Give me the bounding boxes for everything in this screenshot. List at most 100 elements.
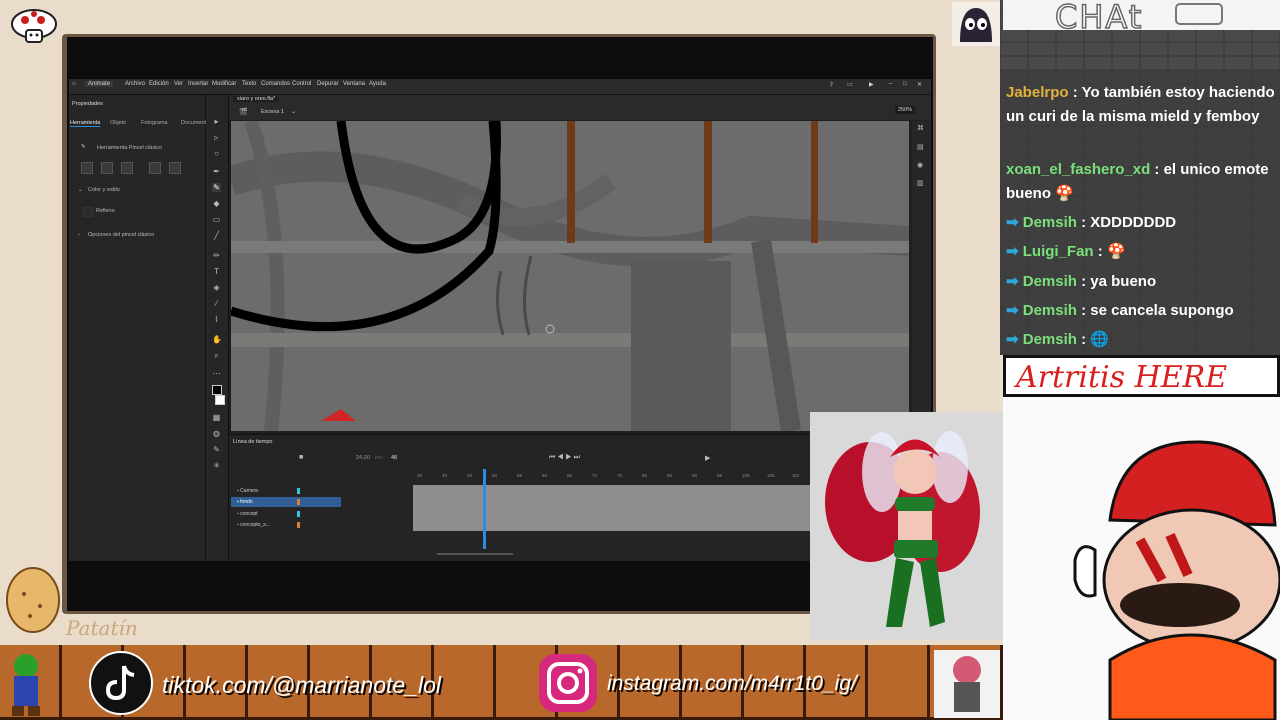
paint-bucket-icon[interactable]: ◈ — [212, 283, 221, 292]
tiktok-handle[interactable]: tiktok.com/@marrianote_lol — [162, 672, 441, 699]
camera-icon[interactable]: ■ — [299, 454, 303, 461]
mode-button-3[interactable] — [121, 162, 133, 174]
close-icon[interactable]: ✕ — [917, 81, 922, 88]
instagram-handle[interactable]: instagram.com/m4rr1t0_ig/ — [607, 672, 857, 696]
current-frame[interactable]: 48 — [391, 455, 397, 461]
frame-tick: 70 — [592, 473, 598, 478]
fill-color-swatch[interactable] — [215, 395, 225, 405]
tab-fotograma[interactable]: Fotograma — [141, 120, 168, 126]
stroke-color-swatch[interactable] — [212, 385, 222, 395]
layer-icon: ▪ — [237, 499, 239, 505]
chevron-down-icon[interactable]: ⌄ — [78, 187, 83, 193]
dock-icon-4[interactable]: ▥ — [917, 179, 924, 187]
more-tools-icon[interactable]: ⋯ — [212, 369, 221, 378]
eyedropper-icon[interactable]: ⁄ — [212, 299, 221, 308]
frame-tick: 35 — [417, 473, 423, 478]
maximize-icon[interactable]: □ — [903, 81, 907, 87]
stage-toolbar: xiaro y oreo.fla* 🎬 Escena 1 ⌄ 250% — [229, 95, 931, 120]
tab-documento[interactable]: Documento — [181, 120, 209, 126]
eraser-tool-icon[interactable]: ◆ — [212, 199, 221, 208]
chevron-right-icon[interactable]: › — [78, 232, 80, 238]
timeline-scrollbar[interactable] — [437, 553, 513, 555]
brush-tool-icon[interactable]: ✎ — [212, 183, 221, 192]
ghost-icon — [952, 2, 1000, 46]
layer-name: concepto_s... — [240, 522, 270, 528]
pen-tool-icon[interactable]: ✒ — [212, 167, 221, 176]
line-tool-icon[interactable]: ╱ — [212, 231, 221, 240]
fps-value[interactable]: 24,00 — [356, 455, 370, 461]
menu-comandos[interactable]: Comandos — [261, 81, 290, 87]
menu-ventana[interactable]: Ventana — [343, 81, 365, 87]
scene-selector[interactable]: Escena 1 — [261, 109, 284, 115]
menu-modificar[interactable]: Modificar — [212, 81, 236, 87]
fill-swatch[interactable] — [83, 207, 93, 217]
snap-icon[interactable]: ▦ — [212, 413, 221, 422]
subselection-tool-icon[interactable]: ▹ — [212, 133, 221, 142]
frame-tick: 100 — [742, 473, 750, 478]
pencil-tool-icon[interactable]: ✏ — [212, 251, 221, 260]
mode-button-2[interactable] — [101, 162, 113, 174]
chat-text: : XDDDDDDD — [1081, 214, 1177, 231]
menu-archivo[interactable]: Archivo — [125, 81, 145, 87]
brush-mode-icon[interactable]: ◍ — [212, 429, 221, 438]
camera-layer-icon: ▪ — [237, 488, 239, 494]
document-tab[interactable]: xiaro y oreo.fla* — [233, 96, 280, 102]
layer-color-tag — [297, 511, 300, 517]
bone-tool-icon[interactable]: ⌇ — [212, 315, 221, 324]
smoothing-icon[interactable]: ✎ — [212, 445, 221, 454]
chat-message: Jabelrpo : Yo también estoy haciendo un … — [1006, 81, 1278, 129]
stage-canvas[interactable] — [231, 121, 909, 431]
menu-ver[interactable]: Ver — [174, 81, 183, 87]
hand-tool-icon[interactable]: ✋ — [212, 335, 222, 344]
layer-row-concept[interactable]: ▪ concept — [231, 509, 341, 519]
menu-insertar[interactable]: Insertar — [188, 81, 208, 87]
playhead[interactable] — [483, 469, 486, 549]
lasso-tool-icon[interactable]: ○ — [212, 149, 221, 158]
zoom-field[interactable]: 250% — [895, 106, 916, 114]
mode-button-1[interactable] — [81, 162, 93, 174]
menu-control[interactable]: Control — [292, 81, 311, 87]
frame-ruler[interactable]: 35 40 45 50 55 60 65 70 75 80 85 90 95 1… — [413, 473, 873, 483]
mode-button-5[interactable] — [169, 162, 181, 174]
layer-row-camera[interactable]: ▪ Camera — [231, 486, 341, 496]
chat-username: Demsih — [1022, 302, 1077, 319]
layer-row-fondo[interactable]: ▪ fondo — [231, 497, 341, 507]
selection-tool-icon[interactable]: ▸ — [212, 117, 221, 126]
frame-tick: 50 — [492, 473, 498, 478]
layout-icon[interactable]: ▭ — [847, 81, 853, 88]
home-icon[interactable]: ⌂ — [72, 81, 76, 87]
menu-texto[interactable]: Texto — [242, 81, 256, 87]
chevron-down-icon[interactable]: ⌄ — [291, 108, 296, 115]
zoom-tool-icon[interactable]: ⌕ — [212, 351, 221, 360]
play-button-icon[interactable]: ▶ — [705, 454, 710, 462]
adjust-icon[interactable]: ✳ — [212, 461, 221, 470]
layer-color-tag — [297, 499, 300, 505]
brush-options-label[interactable]: Opciones del pincel clásico — [88, 232, 154, 238]
play-icon[interactable]: ▶ — [869, 81, 874, 88]
dock-icon-3[interactable]: ◉ — [917, 161, 923, 169]
layer-color-tag — [297, 488, 300, 494]
menu-depurar[interactable]: Depurar — [317, 81, 339, 87]
tab-herramienta[interactable]: Herramienta — [70, 120, 101, 127]
layer-row-concepto[interactable]: ▪ concepto_s... — [231, 520, 341, 530]
minimize-icon[interactable]: – — [889, 81, 892, 87]
layer-icon: ▪ — [237, 511, 239, 517]
text-tool-icon[interactable]: T — [212, 267, 221, 276]
dock-icon-2[interactable]: ▤ — [917, 143, 924, 151]
dock-icon-1[interactable]: ⌘ — [917, 124, 924, 132]
chat-username: Demsih — [1022, 214, 1077, 231]
frame-tick: 80 — [642, 473, 648, 478]
animate-window: ⌂ Animate Archivo Edición Ver Insertar M… — [69, 79, 931, 561]
rectangle-tool-icon[interactable]: ▭ — [212, 215, 221, 224]
frame-controls-icon[interactable]: ⏮ ◀ ▶ ⏭ — [549, 454, 580, 462]
app-name-tab[interactable]: Animate — [85, 81, 114, 87]
share-icon[interactable]: ⇪ — [829, 81, 834, 88]
luigi-icon — [12, 654, 40, 716]
tab-objeto[interactable]: Objeto — [110, 120, 126, 126]
properties-title: Propiedades — [72, 101, 103, 107]
mode-button-4[interactable] — [149, 162, 161, 174]
menu-ayuda[interactable]: Ayuda — [369, 81, 386, 87]
menu-edicion[interactable]: Edición — [149, 81, 169, 87]
color-section-label[interactable]: Color y estilo — [88, 187, 120, 193]
chat-message: ➡ Luigi_Fan : 🍄 — [1006, 240, 1278, 264]
